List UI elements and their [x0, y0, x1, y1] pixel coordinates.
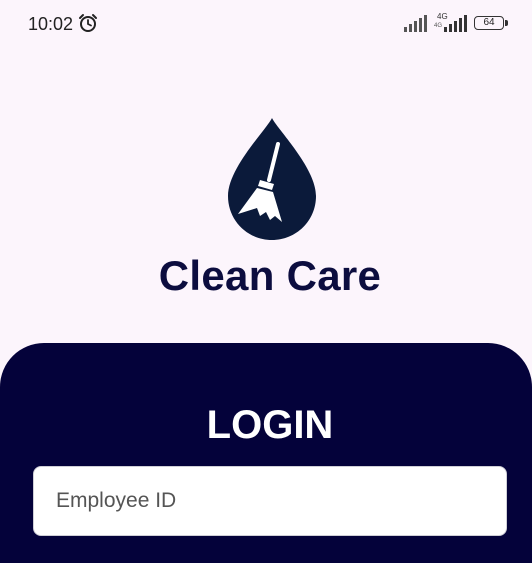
employee-id-input[interactable] — [33, 466, 507, 536]
status-time: 10:02 — [28, 14, 74, 34]
alarm-icon — [79, 14, 97, 32]
network-sub-label: 4G — [434, 23, 443, 29]
login-panel: LOGIN — [0, 343, 532, 563]
battery-tip — [505, 20, 508, 26]
water-drop-broom-icon — [228, 118, 316, 240]
login-title: LOGIN — [206, 403, 334, 447]
battery-level: 64 — [483, 17, 495, 28]
signal-icon — [444, 15, 467, 32]
app-name: Clean Care — [158, 252, 382, 299]
signal-icon — [404, 15, 427, 32]
status-bar: 10:02 4G 4G 64 — [0, 0, 532, 46]
battery-icon: 64 — [474, 16, 504, 30]
